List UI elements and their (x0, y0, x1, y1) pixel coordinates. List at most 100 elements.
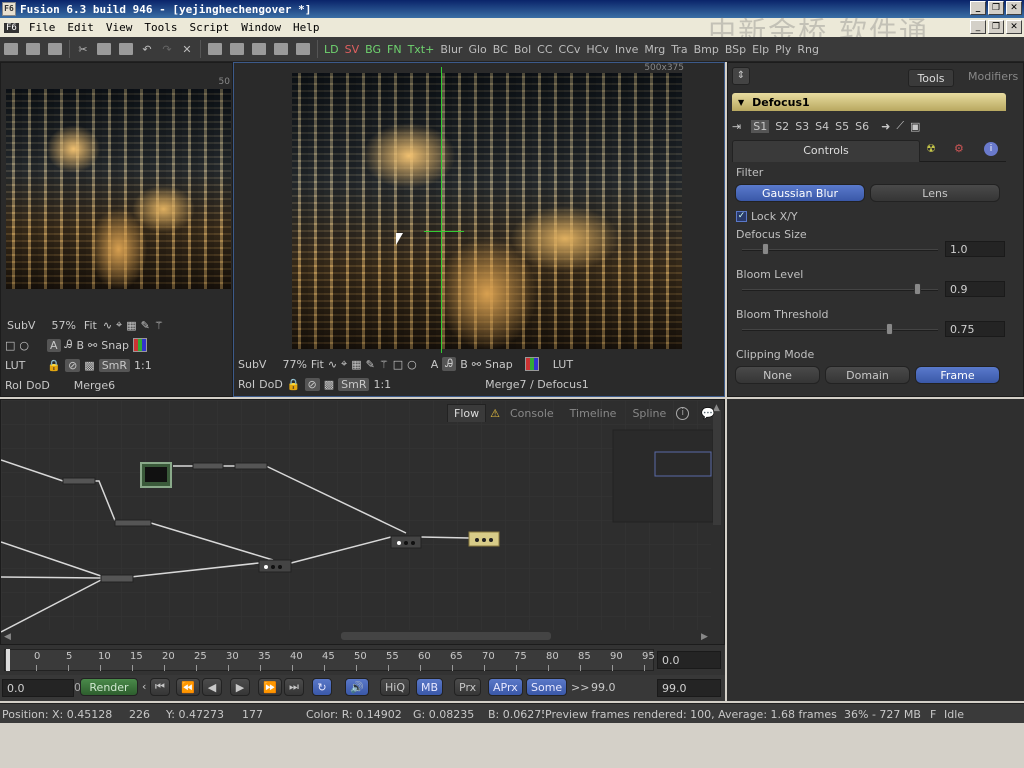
filter-gaussian-blur[interactable]: Gaussian Blur (735, 184, 865, 202)
text-ab-icon[interactable]: Ꭿ (65, 338, 73, 352)
tool-fn[interactable]: FN (384, 39, 405, 59)
paint-icon[interactable]: ✎ (141, 319, 150, 332)
text-b-icon[interactable]: B (77, 339, 85, 352)
left-snap[interactable]: Snap (101, 339, 129, 352)
main-text-b-icon[interactable]: B (460, 358, 468, 371)
lock-xy-row[interactable]: ✓ Lock X/Y (736, 210, 798, 223)
bloom-threshold-slider[interactable] (742, 329, 938, 331)
main-wand-icon[interactable]: ⚚ (379, 358, 389, 371)
menu-view[interactable]: View (100, 21, 139, 34)
copy-icon[interactable] (97, 43, 111, 55)
time-ruler[interactable]: 0 5 10 15 20 25 30 35 40 45 50 55 60 65 70 75 80 85 90 95 0… (0, 645, 725, 675)
tab-timeline[interactable]: Timeline (564, 405, 623, 422)
doc-minimize-button[interactable]: _ (970, 20, 986, 34)
render-end[interactable]: 99.0 (591, 681, 616, 694)
tab-flow[interactable]: Flow (447, 404, 487, 422)
transform-icon[interactable]: ⌖ (116, 318, 122, 332)
arrow-right-icon[interactable]: ➜ (881, 120, 890, 133)
defocus-size-slider[interactable] (742, 249, 938, 251)
rewind-icon[interactable]: ⏪ (176, 678, 200, 696)
main-rect-icon[interactable]: □ (393, 358, 403, 371)
slot-s5[interactable]: S5 (835, 120, 849, 133)
left-viewer-image[interactable] (6, 89, 231, 289)
layout-1-icon[interactable] (208, 43, 222, 55)
ellipse-icon[interactable]: ○ (19, 339, 29, 352)
main-snap[interactable]: Snap (485, 358, 513, 371)
save-settings-icon[interactable]: ▣ (910, 120, 920, 133)
main-lock-icon[interactable]: 🔒 (287, 378, 301, 391)
doc-restore-button[interactable]: ❐ (988, 20, 1004, 34)
play-icon[interactable]: ▶ (230, 678, 250, 696)
filter-lens[interactable]: Lens (870, 184, 1000, 202)
tool-hcv[interactable]: HCv (583, 39, 611, 59)
save-icon[interactable] (48, 43, 62, 55)
menu-script[interactable]: Script (183, 21, 235, 34)
main-checker-icon[interactable]: ▩ (324, 378, 334, 391)
go-end-icon[interactable]: ⏭ (284, 678, 304, 696)
audio-icon[interactable]: 🔊 (345, 678, 369, 696)
fast-forward-icon[interactable]: ⏩ (258, 678, 282, 696)
panel-toggle-icon[interactable]: ⇕ (732, 67, 750, 85)
delete-icon[interactable]: ✕ (177, 39, 197, 59)
tab-spline[interactable]: Spline (626, 405, 672, 422)
menu-edit[interactable]: Edit (61, 21, 100, 34)
open-icon[interactable] (26, 43, 40, 55)
clipping-frame[interactable]: Frame (915, 366, 1000, 384)
defocus-size-value[interactable]: 1.0 (945, 241, 1005, 257)
main-curve-icon[interactable]: ∿ (328, 358, 337, 371)
bloom-threshold-value[interactable]: 0.75 (945, 321, 1005, 337)
redo-icon[interactable]: ↷ (157, 39, 177, 59)
main-color-channels-icon[interactable] (524, 357, 539, 371)
hiq-button[interactable]: HiQ (380, 678, 410, 696)
main-fit[interactable]: Fit (311, 358, 324, 371)
tool-glo[interactable]: Glo (465, 39, 489, 59)
main-paint-icon[interactable]: ✎ (366, 358, 375, 371)
wand-icon[interactable]: ⚚ (154, 319, 164, 332)
collapse-arrow-icon[interactable]: ▼ (738, 98, 744, 107)
main-subv[interactable]: SubV (238, 358, 266, 371)
layout-4-icon[interactable] (274, 43, 288, 55)
menu-window[interactable]: Window (235, 21, 287, 34)
main-lut[interactable]: LUT (553, 358, 573, 371)
new-icon[interactable] (4, 43, 18, 55)
main-viewer-image[interactable] (292, 73, 682, 349)
flow-graph[interactable]: ◀ ▶ ▲ (1, 400, 726, 646)
close-button[interactable]: ✕ (1006, 1, 1022, 15)
lock-icon[interactable]: 🔒 (47, 359, 61, 372)
bloom-level-knob[interactable] (914, 283, 921, 295)
left-subv[interactable]: SubV (5, 319, 37, 332)
main-ratio[interactable]: 1:1 (373, 378, 391, 391)
left-ratio[interactable]: 1:1 (134, 359, 152, 372)
tool-elp[interactable]: Elp (749, 39, 772, 59)
tool-bg[interactable]: BG (362, 39, 384, 59)
main-dod[interactable]: DoD (259, 378, 283, 391)
main-smr[interactable]: SmR (338, 377, 370, 391)
maximize-button[interactable]: ❐ (988, 1, 1004, 15)
app-menu-icon[interactable]: F6 (4, 22, 19, 33)
tool-mrg[interactable]: Mrg (641, 39, 668, 59)
left-fit[interactable]: Fit (82, 319, 99, 332)
tool-header[interactable]: ▼ Defocus1 (732, 93, 1006, 111)
glasses-icon[interactable]: ⚯ (88, 339, 97, 352)
pin-icon[interactable]: ⇥ (732, 120, 741, 133)
minimize-button[interactable]: _ (970, 1, 986, 15)
tool-bsp[interactable]: BSp (722, 39, 749, 59)
flow-info-icon[interactable]: i (676, 406, 690, 420)
tool-bc[interactable]: BC (490, 39, 511, 59)
render-button[interactable]: Render (80, 678, 138, 696)
menu-help[interactable]: Help (287, 21, 326, 34)
tool-sv[interactable]: SV (342, 39, 363, 59)
bloom-level-value[interactable]: 0.9 (945, 281, 1005, 297)
step-back-icon[interactable]: ‹ (142, 680, 146, 693)
main-text-a-icon[interactable]: A (431, 358, 439, 371)
bloom-threshold-knob[interactable] (886, 323, 893, 335)
main-glasses-icon[interactable]: ⚯ (472, 358, 481, 371)
menu-file[interactable]: File (23, 21, 62, 34)
tool-txt[interactable]: Txt+ (405, 39, 438, 59)
clipping-none[interactable]: None (735, 366, 820, 384)
picker-icon[interactable]: ⟋ (896, 119, 904, 133)
left-zoom[interactable]: 57% (49, 319, 77, 332)
main-grid-icon[interactable]: ▦ (351, 358, 361, 371)
tab-modifiers[interactable]: Modifiers (968, 70, 1018, 83)
tool-cc[interactable]: CC (534, 39, 555, 59)
